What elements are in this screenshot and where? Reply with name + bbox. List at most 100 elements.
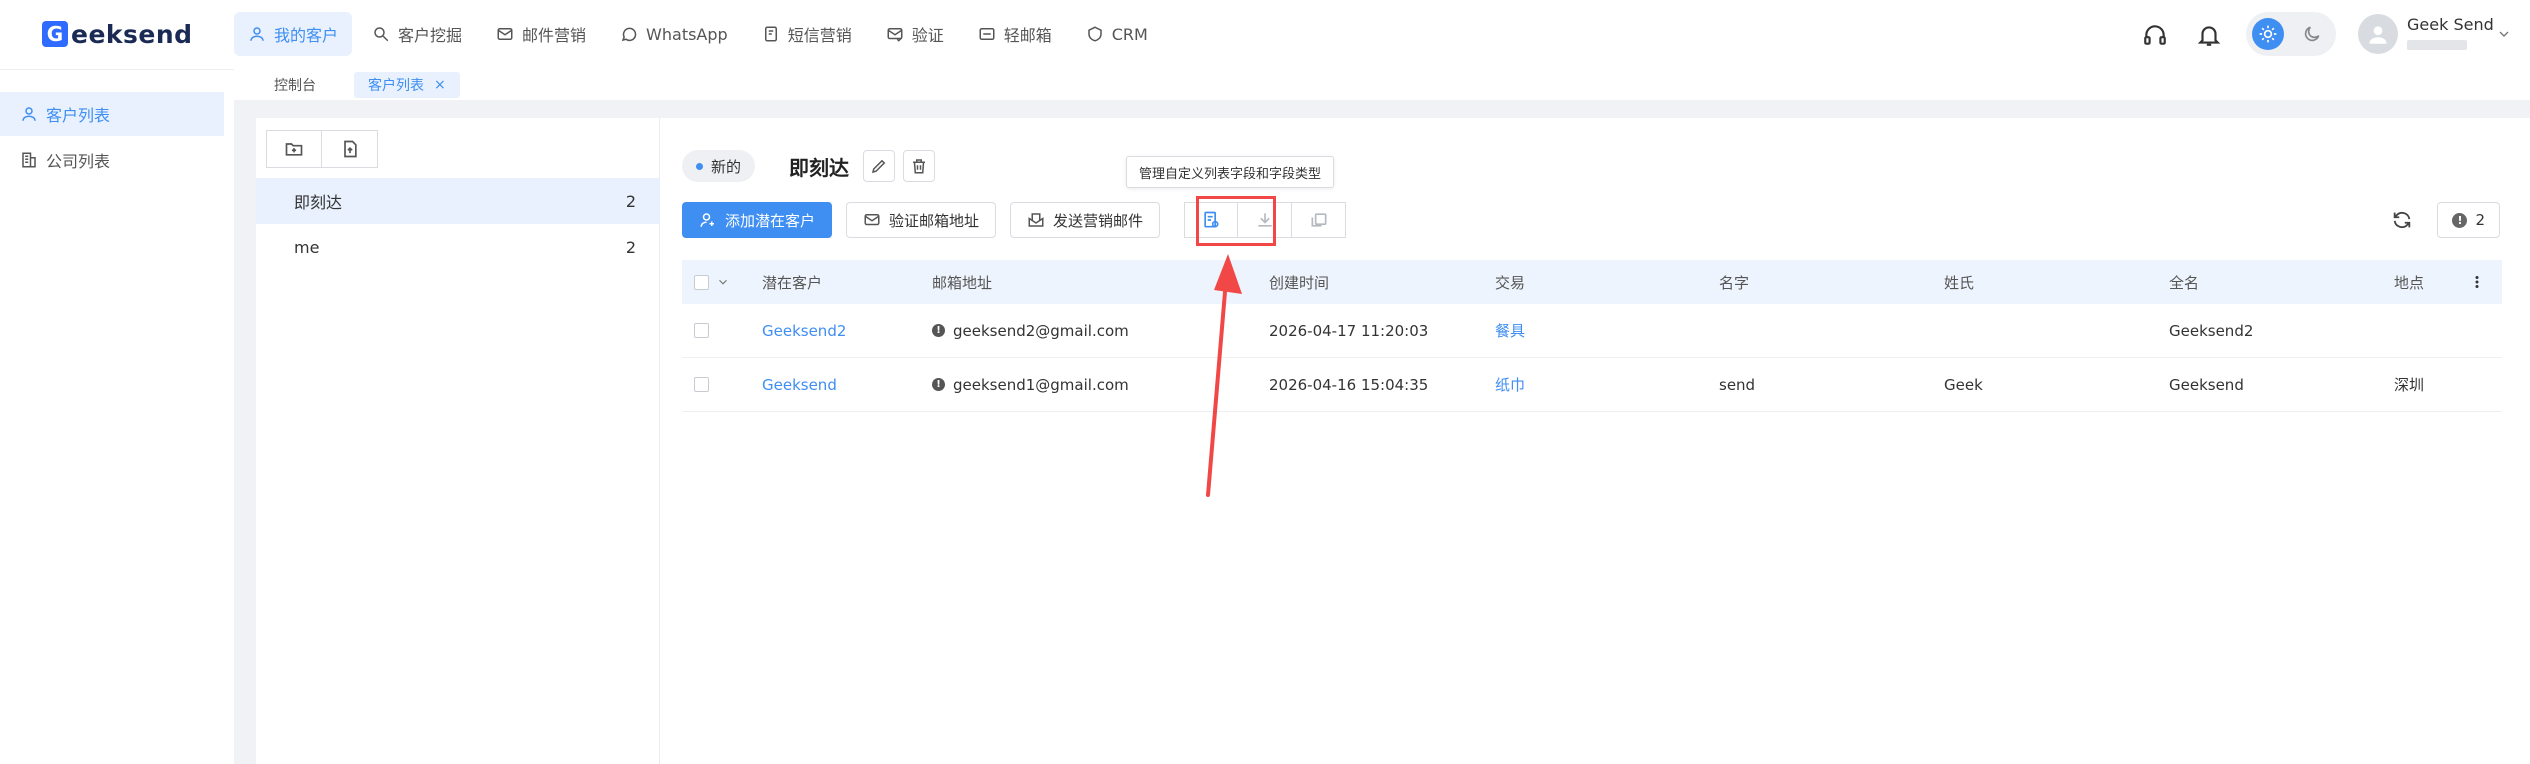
button-label: 发送营销邮件	[1053, 211, 1144, 230]
email-cell: ! geeksend1@gmail.com	[932, 358, 1129, 411]
pencil-icon	[871, 159, 886, 174]
list-name: 即刻达	[294, 193, 343, 212]
tab-dashboard[interactable]: 控制台	[260, 72, 330, 98]
nav-label: 客户挖掘	[398, 26, 463, 45]
sidebar-item-company-list[interactable]: 公司列表	[0, 138, 224, 182]
column-header[interactable]: 全名	[2169, 260, 2199, 304]
list-item[interactable]: 即刻达 2	[256, 178, 660, 224]
verify-email-button[interactable]: 验证邮箱地址	[846, 202, 997, 238]
send-email-button[interactable]: 发送营销邮件	[1010, 202, 1161, 238]
close-icon[interactable]: ×	[434, 77, 446, 93]
column-header[interactable]: 地点	[2394, 260, 2424, 304]
status-tag[interactable]: 新的	[682, 150, 756, 182]
last-name: Geek	[1944, 375, 1983, 394]
nav-verify[interactable]: 验证	[872, 12, 958, 56]
row-checkbox[interactable]	[694, 304, 709, 357]
row-checkbox[interactable]	[694, 358, 709, 411]
building-icon	[22, 152, 36, 168]
logo[interactable]: G eeksend	[42, 16, 193, 52]
prospects-table: 潜在客户 邮箱地址 创建时间 交易 名字 姓氏 全名 地点 Geeksend2 …	[682, 260, 2502, 412]
nav-my-customers[interactable]: 我的客户	[234, 12, 353, 56]
tab-customer-list[interactable]: 客户列表 ×	[354, 72, 460, 98]
user-icon	[250, 27, 264, 41]
bell-icon[interactable]	[2196, 22, 2222, 48]
column-header[interactable]: 邮箱地址	[932, 260, 992, 304]
delete-button[interactable]	[903, 150, 936, 182]
headset-icon[interactable]	[2142, 22, 2168, 48]
record-count-value: 2	[2475, 211, 2485, 229]
sidebar-item-label: 公司列表	[46, 152, 111, 171]
sms-icon	[764, 26, 777, 42]
nav-crm[interactable]: CRM	[1072, 12, 1162, 56]
nav-sms-marketing[interactable]: 短信营销	[748, 12, 866, 56]
nav-customer-mining[interactable]: 客户挖掘	[358, 12, 476, 56]
page-title: 即刻达	[789, 155, 850, 180]
location: 深圳	[2394, 376, 2425, 394]
light-mail-icon	[979, 28, 995, 40]
user-email-redacted	[2407, 40, 2467, 50]
sun-icon[interactable]	[2252, 18, 2284, 50]
list-item[interactable]: me 2	[256, 224, 660, 270]
nav-label: 我的客户	[274, 26, 339, 45]
sidebar-item-customer-list[interactable]: 客户列表	[0, 92, 224, 136]
search-icon	[374, 27, 389, 42]
page-tabs: 控制台 客户列表 ×	[234, 68, 2530, 100]
nav-label: 验证	[911, 26, 944, 45]
send-mail-icon	[1028, 213, 1044, 227]
verify-mail-icon	[887, 28, 903, 42]
logo-text: eeksend	[71, 19, 193, 49]
list-panel: 即刻达 2 me 2	[256, 118, 660, 764]
crm-icon	[1087, 26, 1102, 42]
prospect-link[interactable]: Geeksend	[762, 358, 837, 411]
status-tag-label: 新的	[711, 157, 742, 176]
new-folder-button[interactable]	[266, 130, 322, 168]
annotation-arrow	[1206, 254, 1242, 497]
full-name: Geeksend2	[2169, 321, 2254, 340]
copy-button[interactable]	[1292, 202, 1347, 238]
copy-icon	[1311, 213, 1327, 227]
created-time: 2026-04-16 15:04:35	[1269, 375, 1429, 394]
tab-label: 控制台	[274, 78, 316, 94]
verify-mail-icon	[864, 214, 880, 226]
list-count: 2	[625, 191, 636, 211]
record-count[interactable]: ! 2	[2437, 202, 2500, 238]
edit-button[interactable]	[863, 150, 896, 182]
select-all-checkbox[interactable]	[694, 260, 709, 304]
user-icon	[22, 107, 36, 121]
chevron-down-icon[interactable]	[716, 260, 730, 304]
import-list-button[interactable]	[322, 130, 378, 168]
column-header[interactable]: 交易	[1495, 260, 1525, 304]
more-vertical-icon[interactable]	[2468, 260, 2486, 304]
nav-label: CRM	[1111, 24, 1148, 44]
chevron-down-icon[interactable]	[2496, 26, 2512, 42]
list-count: 2	[625, 237, 636, 257]
column-header[interactable]: 姓氏	[1944, 260, 1974, 304]
prospect-link[interactable]: Geeksend2	[762, 304, 846, 357]
nav-label: 邮件营销	[522, 26, 587, 45]
list-name: me	[294, 237, 320, 257]
refresh-icon[interactable]	[2391, 209, 2413, 231]
column-header[interactable]: 名字	[1719, 260, 1749, 304]
user-name[interactable]: Geek Send	[2407, 15, 2494, 34]
column-header[interactable]: 潜在客户	[762, 260, 822, 304]
avatar[interactable]	[2358, 14, 2398, 54]
table-row[interactable]: Geeksend2 ! geeksend2@gmail.com 2026-04-…	[682, 304, 2502, 358]
add-prospect-button[interactable]: 添加潜在客户	[682, 202, 833, 238]
nav-label: 轻邮箱	[1003, 26, 1052, 45]
nav-light-mailbox[interactable]: 轻邮箱	[964, 12, 1066, 56]
column-header[interactable]: 创建时间	[1269, 260, 1329, 304]
nav-whatsapp[interactable]: WhatsApp	[606, 12, 742, 56]
moon-icon[interactable]	[2298, 20, 2326, 48]
nav-email-marketing[interactable]: 邮件营销	[482, 12, 600, 56]
created-time: 2026-04-17 11:20:03	[1269, 321, 1429, 340]
deal-link[interactable]: 餐具	[1495, 304, 1525, 357]
email-value: geeksend1@gmail.com	[953, 375, 1129, 394]
table-row[interactable]: Geeksend ! geeksend1@gmail.com 2026-04-1…	[682, 358, 2502, 412]
deal-link[interactable]: 纸巾	[1495, 358, 1525, 411]
button-label: 验证邮箱地址	[889, 211, 980, 230]
theme-toggle[interactable]	[2246, 12, 2336, 56]
toolbar-right: ! 2	[2391, 202, 2500, 238]
mail-icon	[497, 28, 513, 40]
first-name: send	[1719, 375, 1756, 394]
info-icon: !	[2452, 212, 2468, 228]
